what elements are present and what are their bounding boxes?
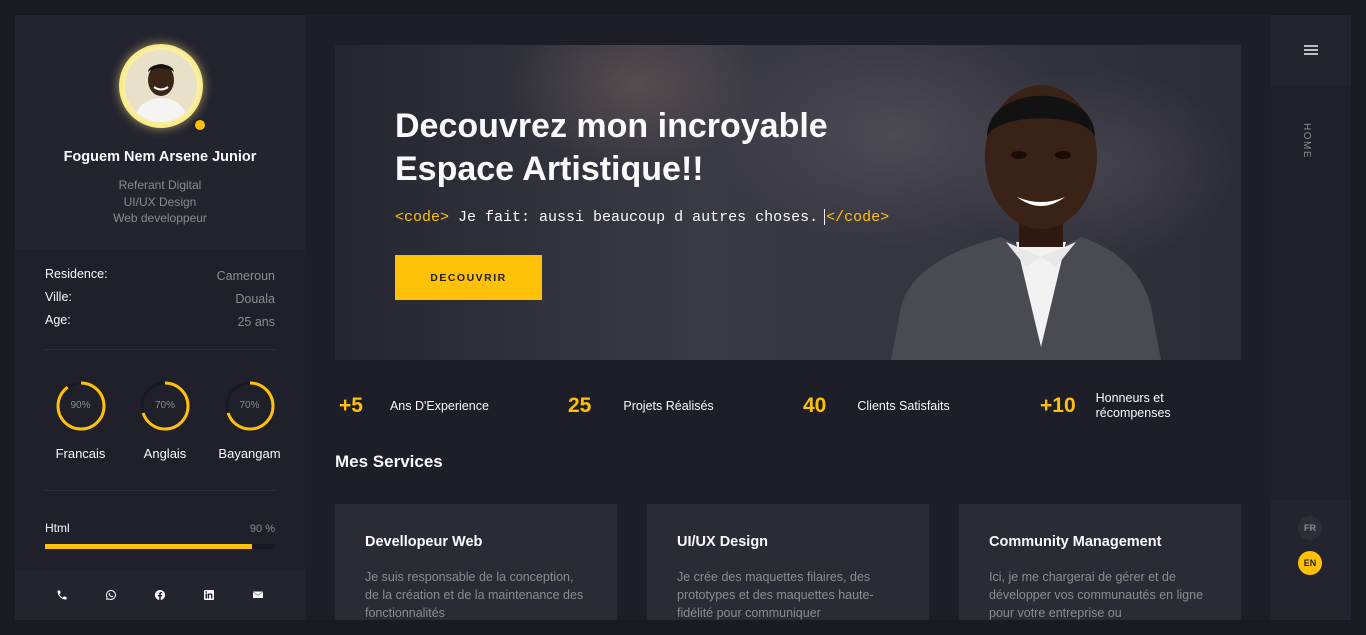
- counter-clients: 40 Clients Satisfaits: [803, 385, 950, 427]
- mail-icon[interactable]: [249, 586, 267, 604]
- ring-percent: 70%: [154, 400, 175, 411]
- divider: [45, 349, 275, 350]
- counter-projects: 25 Projets Réalisés: [568, 385, 714, 427]
- language-bayangam: 70% Bayangam: [217, 380, 282, 490]
- online-status-dot: [193, 118, 207, 132]
- current-section-label[interactable]: HOME: [1301, 123, 1312, 159]
- service-title: Devellopeur Web: [365, 534, 483, 550]
- main-content: Decouvrez mon incroyable Espace Artistiq…: [305, 15, 1271, 620]
- counter-label: Ans D'Experience: [390, 399, 489, 414]
- counter-label: Clients Satisfaits: [857, 399, 949, 414]
- service-card-community[interactable]: Community Management Ici, je me chargera…: [959, 504, 1241, 620]
- language-name: Francais: [55, 446, 106, 461]
- language-name: Anglais: [143, 446, 187, 461]
- hero-title-line1: Decouvrez mon incroyable: [395, 107, 828, 145]
- linkedin-icon[interactable]: [200, 586, 218, 604]
- service-description: Je suis responsable de la conception, de…: [365, 570, 584, 620]
- hero-typing-text: <code> Je fait: aussi beaucoup d autres …: [395, 209, 889, 226]
- info-value: 25 ans: [237, 315, 275, 329]
- skill-bar: [45, 544, 275, 549]
- typing-caret: [824, 209, 826, 226]
- counter-number: 25: [568, 394, 592, 417]
- service-card-web[interactable]: Devellopeur Web Je suis responsable de l…: [335, 504, 617, 620]
- service-description: Je crée des maquettes filaires, des prot…: [677, 570, 874, 620]
- language-en-button[interactable]: EN: [1298, 551, 1322, 575]
- language-switcher: FR EN: [1271, 500, 1351, 620]
- profile-sidebar: Foguem Nem Arsene Junior Referant Digita…: [15, 15, 305, 620]
- service-title: Community Management: [989, 534, 1162, 550]
- progress-ring: 70%: [224, 380, 276, 432]
- phone-icon[interactable]: [53, 586, 71, 604]
- whatsapp-icon[interactable]: [102, 586, 120, 604]
- skill-percent: 90 %: [249, 523, 275, 535]
- counter-number: 40: [803, 394, 827, 417]
- role-line: UI/UX Design: [123, 194, 197, 209]
- profile-roles: Referant Digital UI/UX Design Web develo…: [15, 177, 305, 227]
- language-francais: 90% Francais: [48, 380, 113, 490]
- progress-ring: 90%: [55, 380, 107, 432]
- counter-label-line: récompenses: [1095, 406, 1171, 420]
- info-label: Residence:: [45, 267, 108, 281]
- counter-number: +10: [1040, 394, 1076, 417]
- personal-info: Residence: Cameroun Ville: Douala Age: 2…: [15, 249, 305, 336]
- role-line: Referant Digital: [118, 178, 202, 192]
- ring-percent: 70%: [239, 400, 260, 411]
- counter-label: Projets Réalisés: [623, 399, 713, 414]
- hero-title-line2: Espace Artistique!!: [395, 150, 704, 188]
- service-title: UI/UX Design: [677, 534, 769, 550]
- role-line: Web developpeur: [113, 211, 207, 225]
- stats-counters: +5 Ans D'Experience 25 Projets Réalisés …: [335, 385, 1241, 435]
- info-value: Cameroun: [216, 269, 275, 283]
- service-card-uiux[interactable]: UI/UX Design Je crée des maquettes filai…: [647, 504, 929, 620]
- language-skills: 90% Francais 70% Anglais 70% Bayangam: [15, 380, 305, 490]
- info-row-residence: Residence: Cameroun: [45, 267, 275, 290]
- counter-experience: +5 Ans D'Experience: [339, 385, 489, 427]
- tech-skills: Html 90 %: [15, 491, 305, 549]
- menu-toggle[interactable]: [1271, 15, 1351, 85]
- counter-label: Honneurs et récompenses: [1096, 391, 1171, 421]
- counter-honors: +10 Honneurs et récompenses: [1040, 385, 1171, 427]
- info-label: Ville:: [45, 290, 72, 304]
- code-close-tag: </code>: [826, 209, 890, 226]
- progress-ring: 70%: [139, 380, 191, 432]
- service-description: Ici, je me chargerai de gérer et de déve…: [989, 570, 1204, 620]
- menu-icon[interactable]: [1304, 43, 1318, 57]
- language-anglais: 70% Anglais: [133, 380, 198, 490]
- language-fr-button[interactable]: FR: [1298, 516, 1322, 540]
- social-links: [15, 570, 305, 620]
- info-row-age: Age: 25 ans: [45, 313, 275, 336]
- info-value: Douala: [235, 292, 275, 306]
- typed-text: Je fait: aussi beaucoup d autres choses.: [458, 209, 819, 226]
- services-heading: Mes Services: [335, 452, 443, 471]
- counter-number: +5: [339, 394, 363, 417]
- counter-label-line: Projets Réalisés: [623, 398, 714, 413]
- hero-portrait-image: [891, 67, 1191, 360]
- facebook-icon[interactable]: [151, 586, 169, 604]
- counter-label-line: Ans D'Experience: [389, 398, 489, 413]
- info-row-ville: Ville: Douala: [45, 290, 275, 313]
- counter-label-line: Honneurs et: [1095, 391, 1164, 405]
- skill-name: Html: [45, 521, 70, 535]
- right-navigation-rail: HOME FR EN: [1271, 15, 1351, 620]
- profile-header: Foguem Nem Arsene Junior Referant Digita…: [15, 15, 305, 249]
- profile-name: Foguem Nem Arsene Junior: [63, 149, 257, 165]
- avatar-photo: [125, 50, 197, 122]
- skill-html: Html 90 %: [45, 521, 275, 535]
- code-open-tag: <code>: [395, 209, 450, 226]
- ring-percent: 90%: [70, 400, 91, 411]
- counter-label-line: Clients Satisfaits: [857, 398, 950, 413]
- avatar: [119, 44, 207, 132]
- hero-title: Decouvrez mon incroyable Espace Artistiq…: [395, 105, 955, 191]
- language-name: Bayangam: [218, 446, 281, 461]
- skill-bar-fill: [45, 544, 252, 549]
- hero-banner: Decouvrez mon incroyable Espace Artistiq…: [335, 45, 1241, 360]
- info-label: Age:: [45, 313, 71, 327]
- decouvrir-button[interactable]: DECOUVRIR: [395, 255, 542, 300]
